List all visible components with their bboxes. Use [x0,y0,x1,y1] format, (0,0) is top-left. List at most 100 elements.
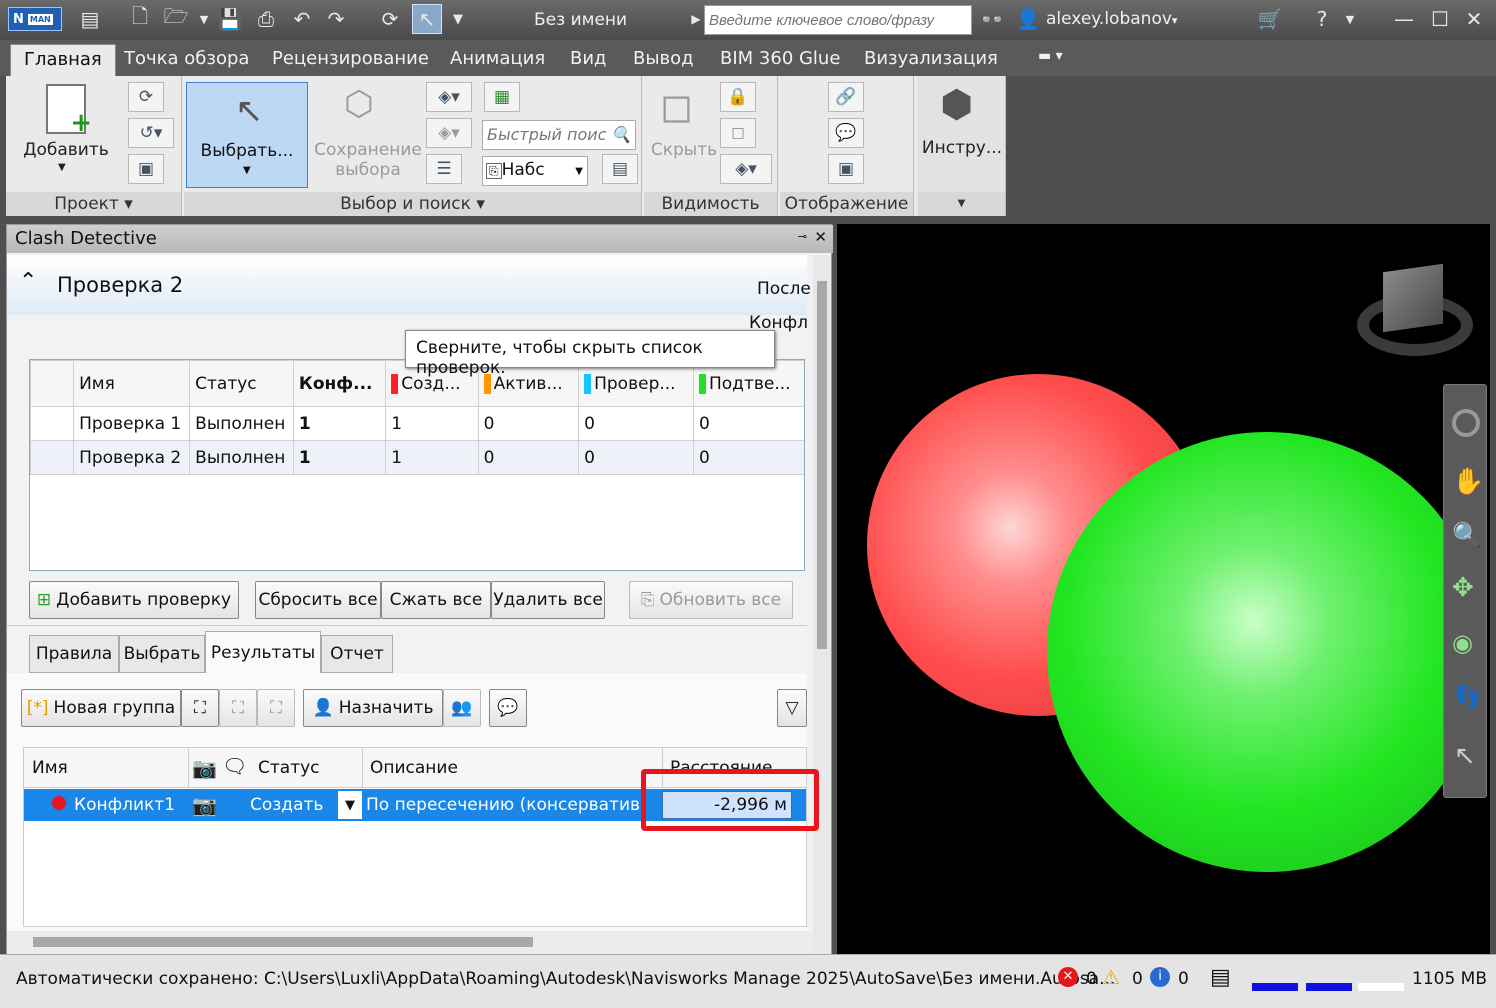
tab-report[interactable]: Отчет [321,635,393,673]
visibility-group-label[interactable]: Видимость [644,192,777,216]
tab-rules[interactable]: Правила [29,635,119,673]
user-icon[interactable]: 👤 [1016,7,1041,31]
col-conflicts[interactable]: Конф... [292,360,387,407]
tab-animation[interactable]: Анимация [450,48,545,69]
quick-find-search-icon[interactable]: 🔍 [611,125,631,144]
manage-sets-icon[interactable]: ▤ [602,154,638,184]
maximize-icon[interactable]: ☐ [1428,7,1452,31]
scrollbar-thumb[interactable] [817,281,827,649]
print-icon[interactable]: ⎙ [254,7,278,31]
tools-button[interactable]: Инстру... [918,138,1006,158]
table-row[interactable]: Проверка 1Выполнен110000 [30,406,804,441]
add-button[interactable]: Добавить [16,140,116,160]
panel-close-icon[interactable]: ✕ [814,228,827,246]
compact-all-button[interactable]: Сжать все [381,581,491,619]
hscroll-thumb[interactable] [33,937,533,947]
select-search-group-label[interactable]: Выбор и поиск ▾ [184,192,641,216]
table-row[interactable]: Проверка 2Выполнен110000 [30,440,804,475]
tab-review[interactable]: Рецензирование [272,48,429,69]
steering-wheel-icon[interactable] [1452,409,1480,437]
tab-output[interactable]: Вывод [633,48,694,69]
file-options-icon[interactable]: ▣ [128,154,164,184]
ribbon-options-icon[interactable]: ▬ ▾ [1038,48,1063,64]
info-icon[interactable]: i [1150,967,1170,987]
tab-render[interactable]: Визуализация [864,48,998,69]
col-status[interactable]: Статус [189,360,294,407]
look-around-icon[interactable]: ◉ [1452,629,1473,657]
walk-icon[interactable]: 👣 [1454,685,1481,710]
panel-scrollbar[interactable] [813,255,831,955]
links-icon[interactable]: 🔗 [828,82,864,112]
warning-icon[interactable]: ⚠ [1102,965,1120,989]
horizontal-scrollbar[interactable] [7,931,813,955]
green-sphere[interactable] [1047,432,1487,872]
error-icon[interactable]: ✕ [1058,967,1078,987]
add-test-button[interactable]: ⊞ Добавить проверку [29,581,239,619]
tab-home[interactable]: Главная [10,44,116,76]
3d-viewport[interactable]: ✋ 🔍 ✥ ◉ 👣 ↖ [837,224,1490,954]
tab-viewpoint[interactable]: Точка обзора [124,48,249,69]
quick-properties-icon[interactable]: 💬 [828,118,864,148]
add-file-icon[interactable]: + [46,84,92,138]
sheet-browser-icon[interactable]: ▤ [1210,965,1231,990]
filter-icon[interactable]: ▽ [777,689,807,727]
col-description[interactable]: Описание [370,758,458,778]
properties-icon[interactable]: ▣ [828,154,864,184]
refresh-model-icon[interactable]: ⟳ [128,82,164,112]
tab-select[interactable]: Выбрать [119,635,205,673]
binoculars-icon[interactable]: 👓 [980,7,1005,31]
redo-icon[interactable]: ↷ [324,7,348,31]
chevron-down-icon[interactable]: ▼ [192,7,216,31]
tab-view[interactable]: Вид [570,48,607,69]
pin-icon[interactable]: ⊸ [798,230,807,243]
help-icon[interactable]: ? [1310,7,1334,31]
quick-find-input[interactable]: Быстрый поис 🔍 [482,120,636,150]
group-icon[interactable]: ⛶ [181,689,219,727]
project-group-label[interactable]: Проект ▾ [6,192,181,216]
select-same-icon[interactable]: ◈▾ [426,82,472,112]
unhide-all-icon[interactable]: ◈▾ [720,154,772,184]
reset-icon[interactable]: ↺▾ [128,118,174,148]
open-file-icon[interactable]: 🗁 [164,4,189,31]
reset-all-button[interactable]: Сбросить все [255,581,381,619]
select-icon[interactable]: ↖ [1454,741,1476,771]
zoom-icon[interactable]: 🔍 [1452,521,1482,549]
help-dropdown-icon[interactable]: ▼ [1338,7,1362,31]
viewcube-icon[interactable] [1383,263,1443,333]
col-status[interactable]: Статус [258,758,320,778]
undo-icon[interactable]: ↶ [290,7,314,31]
close-icon[interactable]: ✕ [1462,7,1486,31]
app-menu-icon[interactable]: ▤ [78,7,102,31]
find-items-icon[interactable]: ▦ [484,82,520,112]
search-input[interactable] [704,5,972,35]
tools-dropdown-icon[interactable]: ▼ [918,192,1005,216]
status-dropdown-icon[interactable]: ▼ [338,791,362,819]
collapse-chevron-icon[interactable]: ⌃ [19,269,37,294]
tab-bim360[interactable]: BIM 360 Glue [720,48,840,69]
highlight-box [641,769,819,831]
pan-hand-icon[interactable]: ✋ [1452,467,1484,497]
clash-detective-icon[interactable]: ⬢ [940,82,973,126]
save-icon[interactable]: 💾 [218,7,243,31]
app-logo[interactable]: N MAN [8,7,62,31]
select-cursor-icon[interactable]: ↖ [412,4,442,34]
assign-button[interactable]: 👤 Назначить [303,689,443,727]
new-group-button[interactable]: [*] Новая группа [21,689,181,727]
tab-results[interactable]: Результаты [205,631,321,673]
refresh-icon[interactable]: ⟳ [378,7,402,31]
display-group-label[interactable]: Отображение [780,192,913,216]
delete-all-button[interactable]: Удалить все [491,581,605,619]
sets-dropdown[interactable]: ⎘ Набс ▼ [482,156,588,186]
new-file-icon[interactable]: 🗋 [128,4,152,31]
add-comment-icon[interactable]: 💬 [489,689,527,727]
col-name[interactable]: Имя [32,758,68,778]
add-dropdown-icon[interactable]: ▼ [58,162,66,173]
orbit-icon[interactable]: ✥ [1452,573,1474,603]
selection-tree-icon[interactable]: ☰ [426,154,462,184]
user-name[interactable]: alexey.lobanov▾ [1046,9,1177,29]
customize-icon[interactable]: ▼ [446,7,470,31]
cart-icon[interactable]: 🛒 [1258,7,1283,31]
minimize-icon[interactable]: — [1392,7,1416,31]
select-button[interactable]: ↖ Выбрать... ▼ [186,82,308,188]
col-name[interactable]: Имя [73,360,191,407]
